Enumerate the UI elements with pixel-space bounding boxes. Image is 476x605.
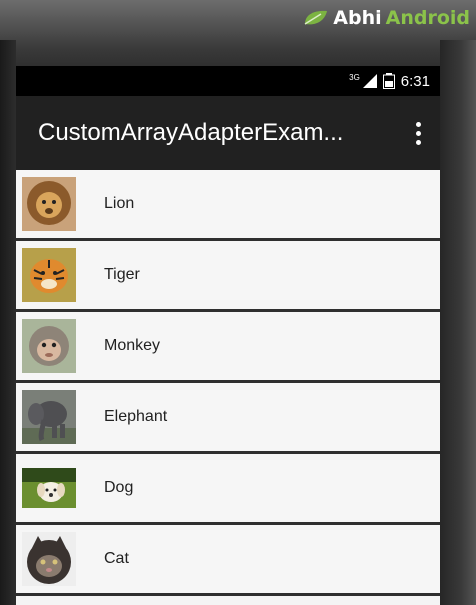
status-bar: 3G 6:31 (16, 66, 440, 96)
overflow-menu-icon[interactable] (414, 121, 422, 145)
dog-icon (22, 461, 76, 515)
animal-name: Monkey (104, 337, 161, 354)
list-item[interactable]: Cat (16, 525, 440, 596)
lion-icon (22, 177, 76, 231)
signal-icon (362, 74, 377, 88)
device-screen: 3G 6:31 CustomArrayAdapterExam... Lion T… (16, 66, 440, 605)
animal-name: Elephant (104, 408, 168, 425)
phone-edge-right (440, 40, 476, 605)
list-item[interactable]: Tiger (16, 241, 440, 312)
tiger-icon (22, 248, 76, 302)
list-item[interactable]: Monkey (16, 312, 440, 383)
elephant-icon (22, 390, 76, 444)
cat-icon (22, 532, 76, 586)
monkey-icon (22, 319, 76, 373)
app-title: CustomArrayAdapterExam... (38, 119, 344, 146)
brand-part2: Android (385, 7, 470, 29)
animal-name: Lion (104, 195, 135, 212)
animal-list: Lion Tiger Monkey Elephant Dog Cat (16, 170, 440, 596)
network-type: 3G (349, 73, 360, 82)
battery-icon (382, 73, 395, 89)
leaf-logo-icon (304, 10, 328, 25)
list-item[interactable]: Dog (16, 454, 440, 525)
animal-name: Cat (104, 550, 129, 567)
brand-part1: Abhi (333, 7, 382, 29)
animal-name: Tiger (104, 266, 140, 283)
app-bar: CustomArrayAdapterExam... (16, 96, 440, 170)
list-item[interactable]: Elephant (16, 383, 440, 454)
animal-name: Dog (104, 479, 134, 496)
phone-edge-left (0, 40, 16, 605)
clock: 6:31 (400, 72, 430, 90)
list-item[interactable]: Lion (16, 170, 440, 241)
brand-watermark: Abhi Android (303, 6, 470, 30)
